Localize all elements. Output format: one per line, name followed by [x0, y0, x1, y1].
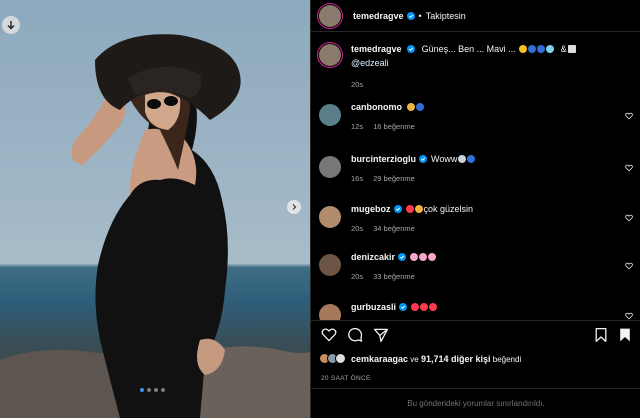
- comment-likes[interactable]: 29 beğenme: [373, 174, 415, 183]
- heart-outline-icon[interactable]: [625, 164, 633, 172]
- verified-badge-icon: [399, 303, 408, 311]
- verified-badge-icon: [419, 155, 427, 163]
- commenter-avatar[interactable]: [319, 254, 341, 276]
- post-side-panel: temedragve • Takiptesin temedragve Güneş…: [310, 0, 640, 418]
- post-media: [0, 0, 310, 418]
- likes-joiner: ve: [410, 354, 419, 364]
- commenter-avatar[interactable]: [319, 104, 341, 126]
- action-bar: [311, 320, 640, 350]
- caption-mention[interactable]: @edzeali: [351, 58, 389, 68]
- comment-text: Woww: [431, 154, 458, 164]
- bookmark-icon[interactable]: [593, 327, 609, 343]
- comment-text: çok güzelsin: [423, 204, 474, 214]
- caption-time: 20s: [351, 80, 364, 89]
- red-heart-emoji-icon: [411, 303, 420, 311]
- carousel-dot: [154, 388, 158, 392]
- blue-heart-emoji-icon: [528, 45, 537, 53]
- bookmark-filled-icon[interactable]: [617, 327, 633, 343]
- commenter-avatar[interactable]: [319, 304, 341, 320]
- comment-username[interactable]: canbonomo: [351, 102, 402, 112]
- comment-username[interactable]: mugeboz: [351, 204, 391, 214]
- verified-badge-icon: [406, 11, 415, 20]
- comment-username[interactable]: gurbuzasli: [351, 302, 396, 312]
- carousel-dots: [140, 388, 165, 392]
- post-header: temedragve • Takiptesin: [311, 0, 640, 32]
- magnifier-emoji-icon: [458, 155, 467, 163]
- comment-item: burcinterzioglu Woww 16s 29 beğenme: [319, 154, 640, 183]
- heart-icon[interactable]: [321, 327, 337, 343]
- next-media-button[interactable]: [287, 200, 301, 214]
- heart-outline-icon[interactable]: [625, 262, 633, 270]
- caption-text: Güneş... Ben ... Mavi ...: [421, 44, 516, 54]
- comment-time: 12s: [351, 122, 364, 131]
- comment-likes[interactable]: 33 beğenme: [373, 272, 415, 281]
- comment-time: 20s: [351, 272, 364, 281]
- author-avatar[interactable]: [319, 4, 341, 27]
- evil-eye-emoji-icon: [467, 155, 476, 163]
- heart-outline-icon[interactable]: [625, 312, 633, 320]
- flower-emoji-icon: [410, 253, 419, 261]
- comment-item: mugeboz çok güzelsin 20s 34 beğenme: [319, 204, 640, 233]
- author-avatar[interactable]: [319, 44, 341, 66]
- comment-time: 20s: [351, 224, 364, 233]
- heart-outline-icon[interactable]: [625, 112, 633, 120]
- comment-username[interactable]: burcinterzioglu: [351, 154, 416, 164]
- post-timestamp[interactable]: 20 SAAT ÖNCE: [321, 375, 371, 382]
- flower-emoji-icon: [419, 253, 428, 261]
- liker-avatar: [335, 353, 346, 364]
- likes-summary: cemkaraagac ve 91,714 diğer kişi beğendi: [319, 353, 521, 364]
- comment-username[interactable]: denizcakir: [351, 252, 395, 262]
- comment-likes[interactable]: 34 beğenme: [373, 224, 415, 233]
- likes-suffix: beğendi: [492, 354, 522, 364]
- flower-emoji-icon: [428, 253, 437, 261]
- carousel-dot: [140, 388, 144, 392]
- heart-eyes-emoji-icon: [414, 205, 423, 213]
- carousel-dot: [147, 388, 151, 392]
- heart-outline-icon[interactable]: [625, 214, 633, 222]
- caption: temedragve Güneş... Ben ... Mavi ... & @…: [319, 42, 640, 89]
- verified-badge-icon: [407, 45, 416, 53]
- others-count[interactable]: 91,714 diğer kişi: [421, 354, 491, 364]
- caption-username[interactable]: temedragve: [351, 44, 402, 54]
- sun-emoji-icon: [519, 45, 528, 53]
- header-separator: •: [418, 10, 422, 21]
- comments-restricted-notice: Bu gönderideki yorumlar sınırlandırıldı.: [311, 388, 640, 418]
- gem-emoji-icon: [546, 45, 555, 53]
- share-icon[interactable]: [373, 327, 389, 343]
- red-heart-emoji-icon: [420, 303, 429, 311]
- hugging-emoji-icon: [407, 103, 415, 111]
- comment-item: denizcakir 20s 33 beğenme: [319, 252, 640, 281]
- red-heart-emoji-icon: [429, 303, 438, 311]
- red-heart-emoji-icon: [405, 205, 414, 213]
- comments-list[interactable]: temedragve Güneş... Ben ... Mavi ... & @…: [311, 32, 640, 320]
- commenter-avatar[interactable]: [319, 206, 341, 228]
- caption-ampersand: &: [560, 44, 567, 54]
- commenter-avatar[interactable]: [319, 156, 341, 178]
- author-username[interactable]: temedragve: [353, 11, 404, 21]
- verified-badge-icon: [398, 253, 407, 261]
- verified-badge-icon: [393, 205, 402, 213]
- arrow-down-icon: [7, 21, 15, 30]
- download-button[interactable]: [2, 16, 20, 34]
- instagram-post: temedragve • Takiptesin temedragve Güneş…: [0, 0, 640, 418]
- comment-icon[interactable]: [347, 327, 363, 343]
- post-photo: [0, 34, 310, 418]
- chevron-right-icon: [292, 204, 297, 210]
- evil-eye-emoji-icon: [537, 45, 546, 53]
- comment-likes[interactable]: 16 beğenme: [373, 122, 415, 131]
- first-liker[interactable]: cemkaraagac: [351, 354, 408, 364]
- comment-item: canbonomo 12s 16 beğenme: [319, 102, 640, 131]
- camera-emoji-icon: [567, 45, 576, 53]
- carousel-dot: [161, 388, 165, 392]
- evil-eye-emoji-icon: [416, 103, 424, 111]
- comment-item: gurbuzasli: [319, 302, 640, 320]
- comment-time: 16s: [351, 174, 364, 183]
- following-button[interactable]: Takiptesin: [426, 11, 466, 21]
